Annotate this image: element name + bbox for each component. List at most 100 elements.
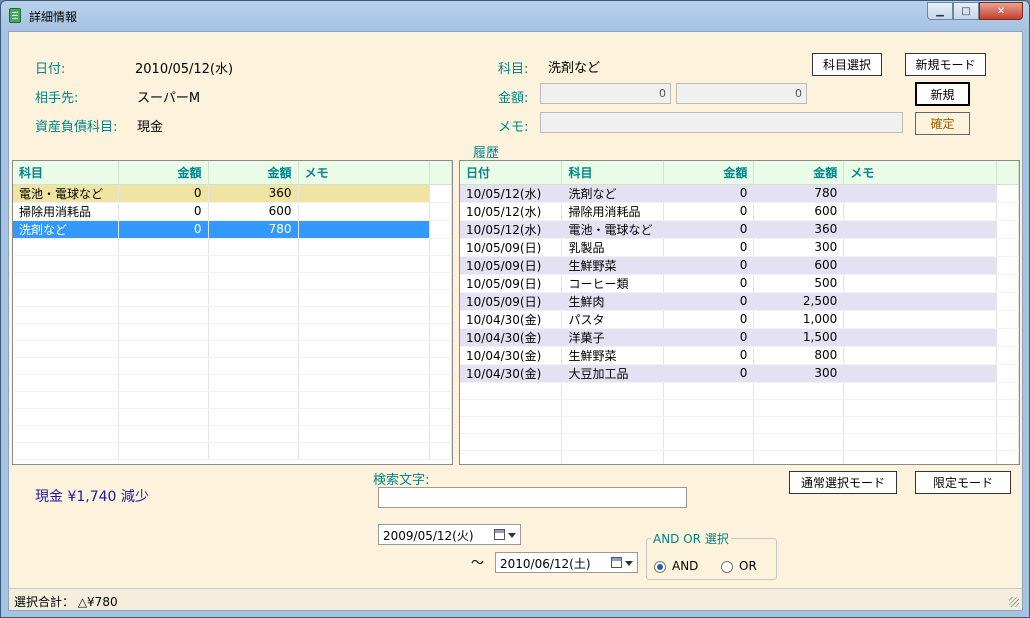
column-header[interactable]: 金額 bbox=[753, 161, 845, 185]
table-cell[interactable] bbox=[460, 416, 563, 434]
table-cell[interactable] bbox=[843, 328, 997, 347]
table-cell[interactable]: 0 bbox=[118, 220, 209, 239]
table-cell[interactable]: 1,500 bbox=[753, 328, 845, 347]
table-cell[interactable] bbox=[753, 382, 845, 400]
table-cell[interactable] bbox=[13, 306, 119, 324]
table-row[interactable] bbox=[13, 357, 452, 375]
table-cell[interactable] bbox=[13, 289, 119, 307]
table-cell[interactable] bbox=[208, 442, 299, 460]
table-cell[interactable] bbox=[208, 289, 299, 307]
table-cell[interactable]: 0 bbox=[663, 292, 755, 311]
table-cell[interactable] bbox=[753, 450, 845, 464]
table-cell[interactable]: 10/05/12(水) bbox=[460, 202, 563, 221]
table-cell[interactable]: 10/04/30(金) bbox=[460, 364, 563, 383]
new-mode-button[interactable]: 新規モード bbox=[905, 53, 986, 76]
table-cell[interactable]: 電池・電球など bbox=[561, 220, 665, 239]
table-cell[interactable] bbox=[561, 416, 665, 434]
table-cell[interactable] bbox=[298, 374, 430, 392]
table-cell[interactable]: 0 bbox=[118, 202, 209, 221]
table-cell[interactable] bbox=[753, 433, 845, 451]
table-cell[interactable] bbox=[460, 382, 563, 400]
table-row[interactable]: 10/04/30(金) 生鮮野菜 0 800 bbox=[460, 346, 1019, 365]
table-cell[interactable] bbox=[663, 416, 755, 434]
table-cell[interactable]: 0 bbox=[663, 202, 755, 221]
table-row[interactable]: 洗剤など 0 780 bbox=[13, 220, 452, 239]
table-cell[interactable] bbox=[13, 238, 119, 256]
column-header[interactable]: 日付 bbox=[460, 161, 563, 185]
table-cell[interactable] bbox=[843, 433, 997, 451]
table-cell[interactable] bbox=[843, 310, 997, 329]
table-row[interactable]: 掃除用消耗品 0 600 bbox=[13, 202, 452, 221]
column-header[interactable]: 金額 bbox=[118, 161, 209, 185]
table-row[interactable] bbox=[13, 425, 452, 443]
minimize-button[interactable]: ▁ bbox=[927, 2, 953, 20]
table-cell[interactable]: 0 bbox=[118, 184, 209, 203]
calendar-icon[interactable] bbox=[611, 557, 622, 568]
table-cell[interactable] bbox=[118, 238, 209, 256]
table-cell[interactable]: 0 bbox=[663, 310, 755, 329]
table-cell[interactable] bbox=[298, 323, 430, 341]
normal-select-mode-button[interactable]: 通常選択モード bbox=[789, 471, 897, 494]
resize-grip-icon[interactable] bbox=[1009, 597, 1019, 607]
table-cell[interactable] bbox=[13, 255, 119, 273]
table-cell[interactable]: 2,500 bbox=[753, 292, 845, 311]
search-input[interactable] bbox=[378, 487, 687, 508]
table-row[interactable]: 10/05/09(日) 乳製品 0 300 bbox=[460, 238, 1019, 257]
title-bar[interactable]: 詳細情報 ▁ □ ✕ bbox=[1, 1, 1029, 31]
column-header[interactable]: 科目 bbox=[561, 161, 665, 185]
table-cell[interactable] bbox=[208, 374, 299, 392]
table-cell[interactable] bbox=[13, 323, 119, 341]
or-radio-label[interactable]: OR bbox=[739, 559, 757, 573]
table-cell[interactable] bbox=[298, 202, 430, 221]
table-cell[interactable] bbox=[663, 433, 755, 451]
table-cell[interactable] bbox=[118, 255, 209, 273]
table-cell[interactable] bbox=[13, 357, 119, 375]
table-cell[interactable] bbox=[118, 374, 209, 392]
table-cell[interactable] bbox=[663, 399, 755, 417]
table-cell[interactable]: 10/05/12(水) bbox=[460, 220, 563, 239]
table-cell[interactable]: 1,000 bbox=[753, 310, 845, 329]
table-cell[interactable]: 掃除用消耗品 bbox=[561, 202, 665, 221]
chevron-down-icon[interactable] bbox=[625, 561, 633, 566]
or-radio[interactable] bbox=[721, 561, 733, 573]
table-cell[interactable]: 0 bbox=[663, 256, 755, 275]
table-cell[interactable] bbox=[298, 391, 430, 409]
table-cell[interactable] bbox=[298, 408, 430, 426]
table-row[interactable] bbox=[460, 450, 1019, 464]
close-button[interactable]: ✕ bbox=[979, 2, 1023, 20]
table-cell[interactable] bbox=[843, 220, 997, 239]
table-row[interactable] bbox=[460, 433, 1019, 451]
table-cell[interactable] bbox=[843, 184, 997, 203]
table-cell[interactable]: 生鮮肉 bbox=[561, 292, 665, 311]
table-row[interactable]: 10/05/09(日) 生鮮野菜 0 600 bbox=[460, 256, 1019, 275]
table-row[interactable]: 電池・電球など 0 360 bbox=[13, 184, 452, 203]
table-cell[interactable]: 10/04/30(金) bbox=[460, 328, 563, 347]
table-cell[interactable] bbox=[753, 416, 845, 434]
memo-input[interactable] bbox=[540, 112, 903, 133]
table-cell[interactable]: 300 bbox=[753, 364, 845, 383]
table-cell[interactable]: 洗剤など bbox=[561, 184, 665, 203]
table-cell[interactable]: 780 bbox=[753, 184, 845, 203]
table-cell[interactable] bbox=[208, 323, 299, 341]
table-row[interactable]: 10/05/09(日) 生鮮肉 0 2,500 bbox=[460, 292, 1019, 311]
table-cell[interactable] bbox=[561, 399, 665, 417]
table-cell[interactable] bbox=[298, 238, 430, 256]
table-cell[interactable] bbox=[843, 292, 997, 311]
table-cell[interactable] bbox=[118, 323, 209, 341]
table-row[interactable] bbox=[13, 306, 452, 324]
table-cell[interactable] bbox=[13, 391, 119, 409]
table-cell[interactable] bbox=[298, 425, 430, 443]
table-cell[interactable] bbox=[13, 272, 119, 290]
table-cell[interactable]: 600 bbox=[208, 202, 299, 221]
table-cell[interactable]: 600 bbox=[753, 202, 845, 221]
table-cell[interactable] bbox=[298, 442, 430, 460]
table-cell[interactable]: 10/04/30(金) bbox=[460, 310, 563, 329]
table-cell[interactable] bbox=[843, 364, 997, 383]
amount-input-1[interactable]: 0 bbox=[540, 83, 671, 104]
table-cell[interactable]: 360 bbox=[753, 220, 845, 239]
table-cell[interactable]: 0 bbox=[663, 328, 755, 347]
table-cell[interactable]: 0 bbox=[663, 184, 755, 203]
table-row[interactable]: 10/04/30(金) 大豆加工品 0 300 bbox=[460, 364, 1019, 383]
table-cell[interactable] bbox=[208, 425, 299, 443]
table-cell[interactable] bbox=[298, 184, 430, 203]
